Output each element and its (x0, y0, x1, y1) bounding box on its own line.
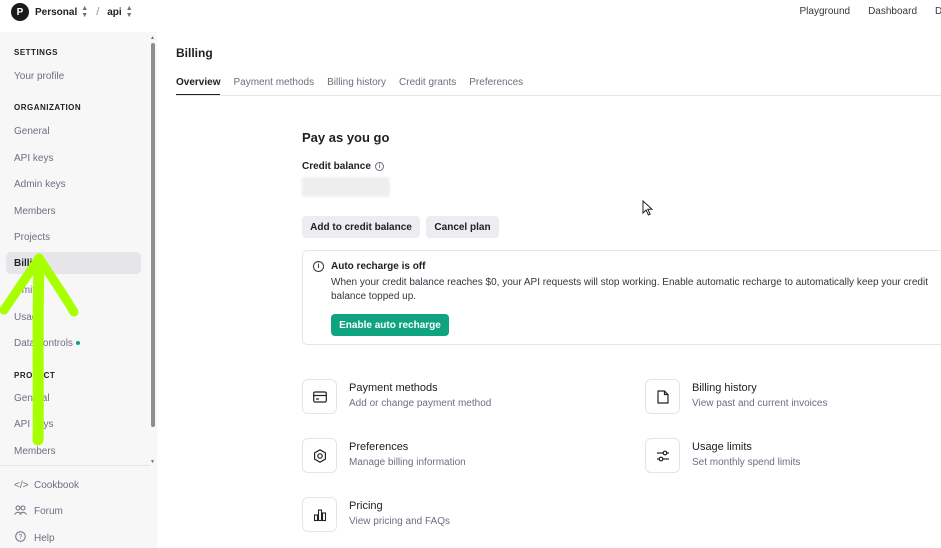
footer-link-cookbook[interactable]: </> Cookbook (6, 474, 141, 496)
credit-balance-text: Credit balance (302, 161, 371, 172)
footer-link-help[interactable]: ? Help (6, 527, 141, 548)
help-circle-icon: ? (14, 531, 27, 545)
notice-title: Auto recharge is off (331, 261, 426, 272)
scrollbar-thumb[interactable] (151, 43, 155, 427)
card-subtitle: Add or change payment method (349, 398, 492, 409)
settings-heading: SETTINGS (14, 48, 59, 57)
enable-auto-recharge-button[interactable]: Enable auto recharge (331, 314, 449, 336)
card-pricing[interactable]: Pricing View pricing and FAQs (302, 495, 602, 535)
top-nav-links: Playground Dashboard D (799, 6, 941, 17)
card-subtitle: View pricing and FAQs (349, 516, 450, 527)
card-title: Usage limits (692, 441, 752, 453)
footer-link-forum[interactable]: Forum (6, 500, 141, 522)
card-preferences[interactable]: Preferences Manage billing information (302, 436, 602, 476)
nav-link-dashboard[interactable]: Dashboard (868, 6, 917, 17)
add-to-credit-balance-button[interactable]: Add to credit balance (302, 216, 420, 238)
notice-text: When your credit balance reaches $0, you… (331, 277, 928, 302)
card-title: Preferences (349, 441, 409, 453)
svg-text:?: ? (19, 534, 23, 541)
card-title: Billing history (692, 382, 757, 394)
org-chevron-icon[interactable]: ▲ ▼ (81, 5, 88, 19)
mouse-cursor-icon (642, 199, 654, 221)
scroll-up-icon[interactable]: ▲ (150, 35, 155, 41)
card-usage-limits[interactable]: Usage limits Set monthly spend limits (645, 436, 941, 476)
card-title: Payment methods (349, 382, 438, 394)
info-icon[interactable]: i (374, 162, 384, 171)
sidebar-item-your-profile[interactable]: Your profile (6, 65, 141, 87)
footer-link-label: Help (34, 532, 55, 544)
org-name[interactable]: Personal (35, 7, 77, 18)
credit-balance-value-redacted (302, 177, 390, 197)
tab-credit-grants[interactable]: Credit grants (399, 77, 456, 96)
people-icon (14, 505, 27, 518)
tab-payment-methods[interactable]: Payment methods (233, 77, 314, 96)
code-icon: </> (14, 479, 29, 491)
organization-heading: ORGANIZATION (14, 103, 82, 112)
sliders-icon (645, 438, 680, 473)
card-subtitle: View past and current invoices (692, 398, 828, 409)
card-subtitle: Set monthly spend limits (692, 457, 801, 468)
nav-link-docs[interactable]: D (935, 6, 941, 17)
bar-chart-icon (302, 497, 337, 532)
annotation-arrow-icon (0, 253, 79, 446)
document-icon (645, 379, 680, 414)
main-content: Billing Overview Payment methods Billing… (157, 32, 941, 548)
card-billing-history[interactable]: Billing history View past and current in… (645, 377, 941, 417)
sidebar-scrollbar[interactable]: ▲ ▼ (150, 35, 156, 465)
footer-link-label: Cookbook (34, 479, 80, 491)
sidebar-divider (0, 465, 150, 466)
card-subtitle: Manage billing information (349, 457, 466, 468)
footer-link-label: Forum (34, 505, 63, 517)
card-payment-methods[interactable]: Payment methods Add or change payment me… (302, 377, 602, 417)
org-avatar[interactable]: P (11, 3, 29, 21)
section-title: Pay as you go (302, 130, 390, 145)
sidebar-item-projects[interactable]: Projects (6, 226, 141, 248)
nav-link-playground[interactable]: Playground (799, 6, 850, 17)
project-chevron-icon[interactable]: ▲ ▼ (126, 5, 133, 19)
scroll-down-icon[interactable]: ▼ (150, 459, 155, 465)
project-name[interactable]: api (107, 7, 121, 18)
tab-preferences[interactable]: Preferences (469, 77, 523, 96)
info-icon: i (313, 261, 324, 272)
gear-icon (302, 438, 337, 473)
tab-overview[interactable]: Overview (176, 77, 221, 96)
page-title: Billing (176, 46, 213, 60)
org-project-switcher: P Personal ▲ ▼ / api ▲ ▼ (11, 3, 133, 21)
tab-divider (176, 95, 941, 96)
cancel-plan-button[interactable]: Cancel plan (426, 216, 499, 238)
auto-recharge-notice: i Auto recharge is off When your credit … (302, 250, 941, 345)
credit-card-icon (302, 379, 337, 414)
tab-billing-history[interactable]: Billing history (327, 77, 386, 96)
card-title: Pricing (349, 500, 383, 512)
credit-balance-label: Credit balance i (302, 161, 384, 172)
sidebar-item-general[interactable]: General (6, 120, 141, 142)
sidebar-item-admin-keys[interactable]: Admin keys (6, 173, 141, 195)
billing-tabs: Overview Payment methods Billing history… (176, 77, 536, 96)
sidebar-item-api-keys[interactable]: API keys (6, 147, 141, 169)
breadcrumb-separator: / (96, 6, 100, 18)
sidebar-item-members[interactable]: Members (6, 200, 141, 222)
top-bar: P Personal ▲ ▼ / api ▲ ▼ Playground Dashbo… (0, 0, 941, 32)
